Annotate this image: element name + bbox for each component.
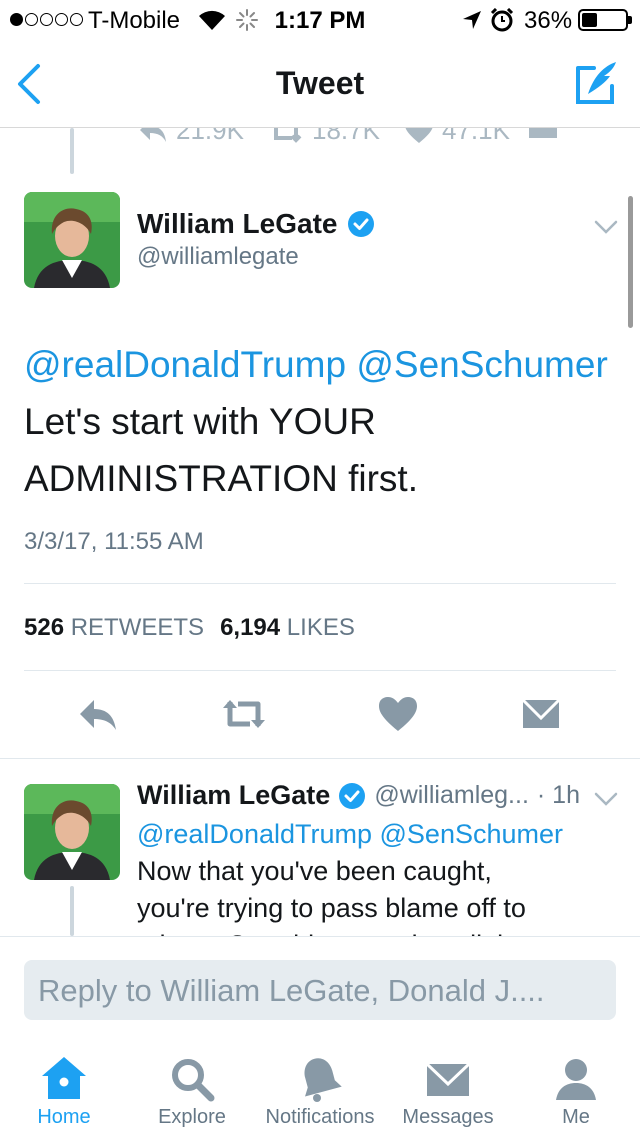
parent-reply-count[interactable]: 21.9K — [138, 128, 244, 146]
avatar-image — [24, 192, 120, 288]
reply-icon — [80, 700, 116, 730]
avatar[interactable] — [24, 192, 120, 288]
avatar-image — [24, 784, 120, 880]
parent-dm-button[interactable] — [528, 128, 558, 141]
reply-text-line: others. One thing at a time, little — [137, 927, 607, 936]
divider — [0, 758, 640, 759]
chevron-down-icon[interactable] — [594, 792, 618, 806]
tab-bar: Home Explore Notifications Messages Me — [0, 1046, 640, 1136]
tweet-text-line: Let's start with YOUR — [24, 401, 376, 442]
tab-messages[interactable]: Messages — [384, 1046, 512, 1136]
retweet-icon — [274, 128, 302, 143]
envelope-icon — [529, 128, 557, 138]
author-name-text: William LeGate — [137, 208, 338, 239]
divider — [24, 670, 616, 671]
tab-label: Notifications — [265, 1106, 375, 1128]
mention-link[interactable]: @SenSchumer — [380, 819, 564, 849]
tab-home[interactable]: Home — [0, 1046, 128, 1136]
avatar[interactable] — [24, 784, 120, 880]
reply-icon — [140, 128, 166, 142]
like-count: 6,194 — [220, 614, 281, 641]
scrollbar[interactable] — [628, 196, 633, 328]
divider — [0, 936, 640, 937]
parent-like-count-text: 47.1K — [442, 128, 510, 145]
tab-label: Messages — [402, 1106, 494, 1128]
divider — [24, 583, 616, 584]
thread-connector-line — [70, 886, 74, 936]
reply-text-line: Now that you've been caught, — [137, 856, 492, 886]
alarm-clock-icon — [490, 8, 514, 32]
parent-tweet-actions: 21.9K 18.7K 47.1K — [0, 128, 640, 148]
page-title: Tweet — [275, 65, 365, 101]
compose-icon[interactable] — [570, 58, 622, 110]
location-arrow-icon — [463, 11, 481, 29]
verified-badge-icon — [339, 782, 366, 809]
engagement-counts: 526 RETWEETS 6,194 LIKES — [24, 614, 355, 642]
verified-badge-icon — [348, 211, 375, 237]
reply-time: · 1h — [536, 781, 580, 809]
like-button[interactable] — [376, 694, 420, 734]
mention-link[interactable]: @SenSchumer — [356, 344, 607, 385]
mention-link[interactable]: @realDonaldTrump — [137, 819, 372, 849]
mention-link[interactable]: @realDonaldTrump — [24, 344, 346, 385]
tweet-text-line: ADMINISTRATION first. — [24, 458, 418, 499]
parent-retweet-count[interactable]: 18.7K — [268, 128, 380, 146]
reply-text[interactable]: @realDonaldTrump @SenSchumer Now that yo… — [137, 816, 607, 936]
chevron-down-icon[interactable] — [594, 220, 618, 234]
tab-label: Me — [562, 1106, 590, 1128]
envelope-icon — [425, 1062, 471, 1096]
retweet-button[interactable] — [220, 694, 268, 734]
bell-icon — [304, 1058, 342, 1102]
tab-explore[interactable]: Explore — [128, 1046, 256, 1136]
parent-reply-count-text: 21.9K — [176, 128, 244, 145]
person-icon — [556, 1059, 596, 1100]
reply-author-handle[interactable]: @williamleg... — [374, 781, 529, 810]
like-label: LIKES — [286, 614, 355, 641]
battery-percentage: 36% — [524, 7, 573, 34]
tweet-timestamp: 3/3/17, 11:55 AM — [24, 528, 204, 555]
home-icon — [42, 1057, 86, 1099]
reply-button[interactable] — [76, 694, 120, 734]
reply-input[interactable]: Reply to William LeGate, Donald J.... — [24, 960, 616, 1020]
navigation-bar: Tweet — [0, 40, 640, 128]
tab-label: Explore — [158, 1106, 226, 1128]
thread-connector-line — [70, 128, 74, 174]
retweet-stats[interactable]: 526 RETWEETS — [24, 614, 204, 642]
parent-retweet-count-text: 18.7K — [312, 128, 380, 145]
heart-icon — [379, 697, 417, 731]
status-bar: T-Mobile 1:17 PM 36% — [0, 0, 640, 40]
author-name[interactable]: William LeGate — [137, 208, 375, 240]
tab-notifications[interactable]: Notifications — [256, 1046, 384, 1136]
reply-text-line: you're trying to pass blame off to — [137, 893, 526, 923]
direct-message-button[interactable] — [520, 694, 562, 734]
heart-icon — [405, 128, 433, 143]
parent-like-count[interactable]: 47.1K — [404, 128, 510, 146]
reply-author-name[interactable]: William LeGate — [137, 780, 330, 811]
tab-me[interactable]: Me — [512, 1046, 640, 1136]
like-stats[interactable]: 6,194 LIKES — [220, 614, 355, 642]
reply-header: William LeGate @williamleg... · 1h — [137, 780, 580, 811]
author-handle[interactable]: @williamlegate — [137, 243, 299, 271]
tweet-text: @realDonaldTrump @SenSchumer Let's start… — [24, 336, 624, 507]
retweet-count: 526 — [24, 614, 65, 641]
envelope-icon — [521, 698, 561, 728]
search-icon — [172, 1059, 215, 1102]
retweet-label: RETWEETS — [70, 614, 205, 641]
battery-icon — [578, 9, 632, 31]
